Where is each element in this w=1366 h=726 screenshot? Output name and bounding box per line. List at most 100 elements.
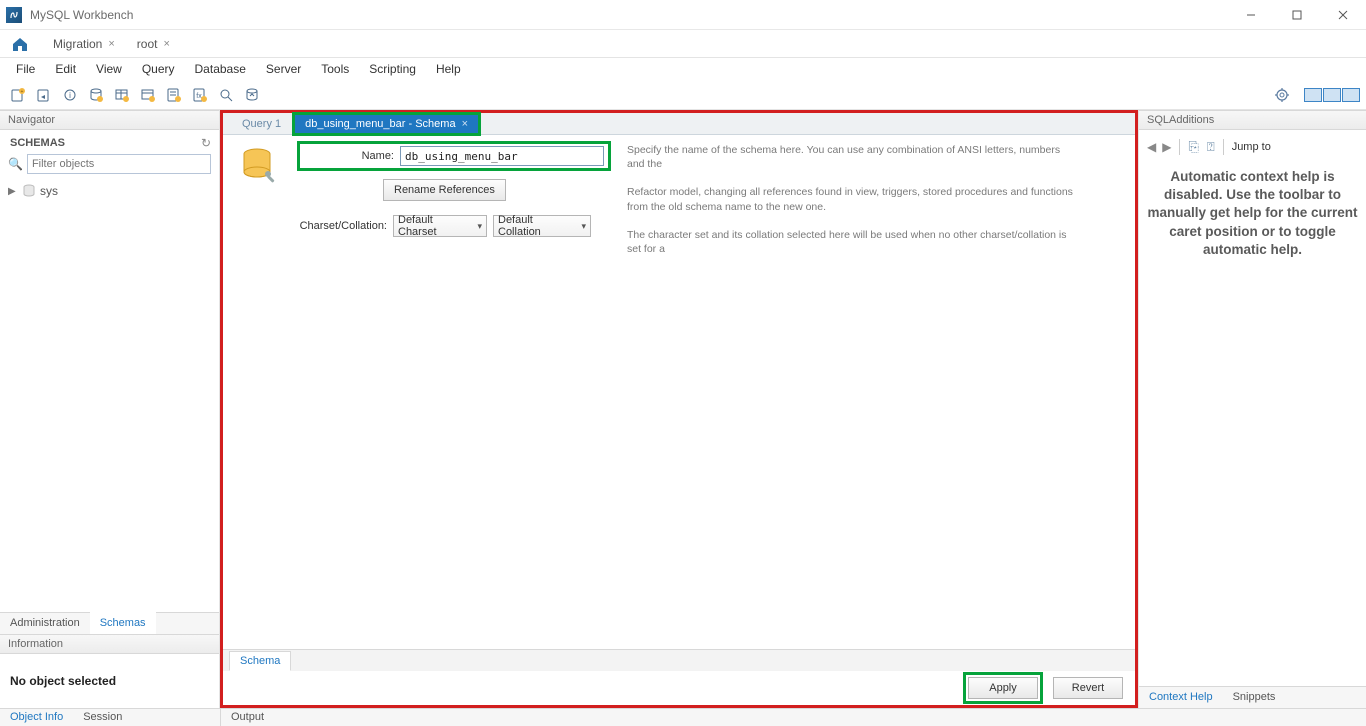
- tab-object-info[interactable]: Object Info: [0, 709, 73, 726]
- sql-additions-panel: SQLAdditions ◀ ▶ ⎘ ⍰ Jump to Automatic co…: [1138, 110, 1366, 708]
- right-bottom-tabs: Context Help Snippets: [1139, 686, 1366, 708]
- window-controls: [1228, 0, 1366, 30]
- tab-administration[interactable]: Administration: [0, 613, 90, 634]
- panel-toggles: [1304, 88, 1360, 102]
- tab-label: db_using_menu_bar - Schema: [305, 118, 455, 130]
- navigator-header: Navigator: [0, 110, 219, 130]
- collation-dropdown[interactable]: Default Collation▾: [493, 215, 591, 237]
- back-icon[interactable]: ◀: [1147, 140, 1156, 154]
- revert-button[interactable]: Revert: [1053, 677, 1123, 699]
- toolbar-create-procedure-icon[interactable]: [162, 83, 186, 107]
- maximize-button[interactable]: [1274, 0, 1320, 30]
- menubar: File Edit View Query Database Server Too…: [0, 58, 1366, 80]
- filter-objects-input[interactable]: [27, 154, 211, 174]
- apply-bar: Apply Revert: [223, 671, 1135, 705]
- primary-tabs: Migration× root ×: [0, 30, 1366, 58]
- menu-query[interactable]: Query: [132, 60, 185, 78]
- tab-label: Query 1: [242, 118, 281, 130]
- close-icon[interactable]: ×: [462, 118, 468, 130]
- toggle-left-panel[interactable]: [1304, 88, 1322, 102]
- tab-schema[interactable]: Schema: [229, 651, 291, 671]
- editor-panel: Query 1 db_using_menu_bar - Schema × Name…: [220, 110, 1138, 708]
- navigator-bottom-tabs: Administration Schemas: [0, 612, 219, 634]
- toolbar-create-view-icon[interactable]: [136, 83, 160, 107]
- minimize-button[interactable]: [1228, 0, 1274, 30]
- search-icon: 🔍: [8, 157, 23, 171]
- tab-snippets[interactable]: Snippets: [1223, 687, 1286, 708]
- menu-edit[interactable]: Edit: [45, 60, 86, 78]
- schema-name-input[interactable]: [400, 146, 604, 166]
- main: Navigator SCHEMAS ↻ 🔍 ▶ sys Administrati…: [0, 110, 1366, 708]
- svg-text:i: i: [69, 91, 71, 100]
- statusbar: Object Info Session Output: [0, 708, 1366, 726]
- refresh-icon[interactable]: ↻: [201, 136, 211, 150]
- menu-file[interactable]: File: [6, 60, 45, 78]
- chevron-down-icon: ▾: [477, 221, 482, 232]
- svg-text:+: +: [21, 89, 24, 95]
- schema-form: Name: Rename References Charset/Collatio…: [223, 135, 1135, 256]
- auto-help-icon[interactable]: ⍰: [1207, 139, 1215, 155]
- menu-database[interactable]: Database: [185, 60, 256, 78]
- jump-to-label[interactable]: Jump to: [1232, 141, 1271, 153]
- titlebar: MySQL Workbench: [0, 0, 1366, 30]
- schema-tree-item[interactable]: ▶ sys: [8, 182, 211, 200]
- database-icon: [22, 184, 36, 198]
- editor-wrap: Query 1 db_using_menu_bar - Schema × Name…: [220, 110, 1138, 708]
- chevron-down-icon: ▾: [581, 221, 586, 232]
- editor-tabs: Query 1 db_using_menu_bar - Schema ×: [223, 113, 1135, 135]
- caret-icon[interactable]: ▶: [8, 186, 18, 197]
- primary-tab-root[interactable]: root ×: [128, 33, 179, 55]
- schema-icon: [229, 141, 289, 256]
- menu-view[interactable]: View: [86, 60, 132, 78]
- schema-name: sys: [40, 184, 58, 198]
- close-icon[interactable]: ×: [163, 38, 169, 50]
- close-icon[interactable]: ×: [108, 38, 114, 50]
- tab-context-help[interactable]: Context Help: [1139, 687, 1223, 708]
- name-label: Name:: [304, 150, 394, 162]
- tab-session[interactable]: Session: [73, 709, 132, 726]
- name-row-highlight: Name:: [297, 141, 611, 171]
- toolbar-create-table-icon[interactable]: [110, 83, 134, 107]
- navigator-panel: Navigator SCHEMAS ↻ 🔍 ▶ sys Administrati…: [0, 110, 220, 708]
- editor-bottom-tabs: Schema: [223, 649, 1135, 671]
- close-button[interactable]: [1320, 0, 1366, 30]
- toolbar-create-schema-icon[interactable]: [84, 83, 108, 107]
- apply-button[interactable]: Apply: [968, 677, 1038, 699]
- charset-dropdown[interactable]: Default Charset ▾: [393, 215, 487, 237]
- forward-icon[interactable]: ▶: [1162, 140, 1171, 154]
- schema-tree: ▶ sys: [0, 180, 219, 202]
- manual-help-icon[interactable]: ⎘: [1188, 139, 1198, 155]
- toolbar-new-sql-tab-icon[interactable]: +: [6, 83, 30, 107]
- rename-references-button[interactable]: Rename References: [383, 179, 506, 201]
- sql-additions-header: SQLAdditions: [1139, 110, 1366, 130]
- menu-help[interactable]: Help: [426, 60, 471, 78]
- toolbar-search-icon[interactable]: [214, 83, 238, 107]
- toolbar-open-sql-icon[interactable]: [32, 83, 56, 107]
- tab-schemas[interactable]: Schemas: [90, 612, 156, 634]
- tab-query1[interactable]: Query 1: [231, 114, 292, 134]
- menu-scripting[interactable]: Scripting: [359, 60, 426, 78]
- primary-tab-label: root: [137, 37, 158, 51]
- schemas-label: SCHEMAS: [10, 137, 65, 149]
- toolbar-reconnect-icon[interactable]: [240, 83, 264, 107]
- tab-schema-editor[interactable]: db_using_menu_bar - Schema ×: [294, 114, 479, 134]
- help-column: Specify the name of the schema here. You…: [619, 141, 1129, 256]
- help-rename: Refactor model, changing all references …: [627, 185, 1079, 213]
- toolbar-create-function-icon[interactable]: fx: [188, 83, 212, 107]
- toggle-right-panel[interactable]: [1342, 88, 1360, 102]
- menu-server[interactable]: Server: [256, 60, 311, 78]
- menu-tools[interactable]: Tools: [311, 60, 359, 78]
- home-icon[interactable]: [8, 34, 32, 54]
- help-charset: The character set and its collation sele…: [627, 228, 1079, 256]
- app-title: MySQL Workbench: [30, 8, 133, 22]
- toggle-bottom-panel[interactable]: [1323, 88, 1341, 102]
- information-body: No object selected: [0, 654, 219, 708]
- context-help-message: Automatic context help is disabled. Use …: [1147, 166, 1358, 261]
- help-name: Specify the name of the schema here. You…: [627, 143, 1079, 171]
- primary-tab-migration[interactable]: Migration×: [44, 33, 124, 55]
- dropdown-value: Default Charset: [398, 214, 473, 238]
- gear-icon[interactable]: [1270, 83, 1294, 107]
- information-header: Information: [0, 634, 219, 654]
- output-label: Output: [220, 709, 274, 726]
- toolbar-inspector-icon[interactable]: i: [58, 83, 82, 107]
